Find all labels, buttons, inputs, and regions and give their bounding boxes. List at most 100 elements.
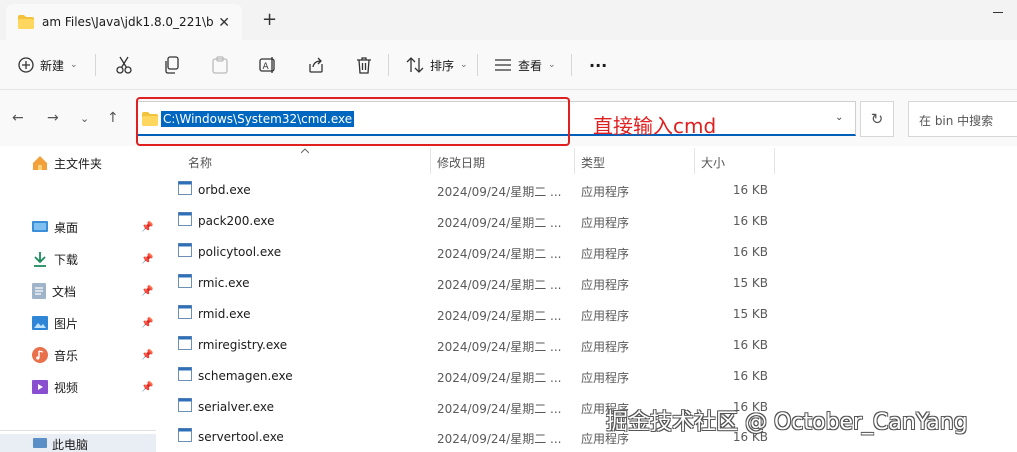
copy-icon[interactable]	[164, 54, 180, 76]
search-input[interactable]: 在 bin 中搜索	[908, 101, 1017, 137]
new-button[interactable]: 新建 ⌄	[18, 54, 78, 76]
view-button[interactable]: 查看 ⌄	[494, 54, 556, 76]
tab-active[interactable]: am Files\Java\jdk1.8.0_221\bin ✕	[6, 4, 242, 40]
column-divider[interactable]	[574, 148, 575, 174]
sidebar-item-label: 主文件夹	[54, 156, 103, 171]
view-label: 查看	[518, 58, 543, 73]
plus-circle-icon	[18, 57, 34, 73]
refresh-button[interactable]: ↻	[860, 101, 894, 137]
file-name: rmid.exe	[198, 307, 251, 321]
paste-icon[interactable]	[212, 54, 228, 76]
file-row[interactable]: rmic.exe 2024/09/24/星期二 ... 应用程序 15 KB	[158, 267, 1017, 298]
command-bar: 新建 ⌄ A 排序 ⌄ 查看 ⌄ ···	[0, 40, 1017, 90]
address-dropdown-icon[interactable]: ⌄	[835, 112, 843, 123]
download-icon	[34, 252, 46, 267]
column-divider[interactable]	[430, 148, 431, 174]
back-arrow-icon[interactable]: ←	[12, 110, 24, 126]
share-icon[interactable]	[307, 54, 325, 76]
column-divider[interactable]	[694, 148, 695, 174]
file-date: 2024/09/24/星期二 ...	[437, 216, 562, 230]
file-name: serialver.exe	[198, 400, 275, 414]
file-size: 16 KB	[732, 245, 768, 259]
svg-text:A: A	[263, 62, 270, 72]
exe-file-icon	[178, 274, 192, 288]
exe-file-icon	[178, 181, 192, 195]
file-row[interactable]: orbd.exe 2024/09/24/星期二 ... 应用程序 16 KB	[158, 174, 1017, 205]
file-date: 2024/09/24/星期二 ...	[437, 432, 562, 446]
sidebar-item-music[interactable]: 音乐	[32, 344, 78, 366]
search-placeholder: 在 bin 中搜索	[919, 114, 994, 128]
sidebar-item-home[interactable]: 主文件夹	[32, 152, 102, 174]
video-icon	[32, 380, 48, 394]
sort-button[interactable]: 排序 ⌄	[406, 54, 468, 76]
music-icon	[32, 347, 48, 363]
divider	[388, 54, 389, 76]
document-icon	[32, 283, 46, 299]
sidebar-item-this-pc[interactable]: 此电脑	[0, 434, 156, 452]
divider	[95, 54, 96, 76]
annotation-highlight-box	[136, 97, 570, 146]
desktop-icon	[32, 221, 48, 232]
file-row[interactable]: schemagen.exe 2024/09/24/星期二 ... 应用程序 16…	[158, 360, 1017, 391]
home-icon	[33, 156, 47, 170]
pin-icon[interactable]: 📌	[141, 318, 153, 329]
column-header-modified[interactable]: 修改日期	[437, 154, 485, 171]
picture-icon	[32, 316, 48, 330]
file-type: 应用程序	[581, 216, 630, 230]
minimize-icon[interactable]	[993, 12, 1003, 13]
file-name: servertool.exe	[198, 430, 284, 444]
file-name: orbd.exe	[198, 183, 251, 197]
up-arrow-icon[interactable]: ↑	[107, 110, 119, 126]
title-bar: am Files\Java\jdk1.8.0_221\bin ✕ +	[0, 0, 1017, 40]
file-row[interactable]: rmiregistry.exe 2024/09/24/星期二 ... 应用程序 …	[158, 329, 1017, 360]
column-header-size[interactable]: 大小	[701, 154, 725, 171]
rename-icon[interactable]: A	[259, 54, 277, 76]
sidebar-item-label: 视频	[54, 380, 79, 395]
sidebar-item-pictures[interactable]: 图片	[32, 312, 78, 334]
delete-icon[interactable]	[356, 54, 372, 76]
pin-icon[interactable]: 📌	[141, 350, 153, 361]
file-name: rmiregistry.exe	[198, 338, 288, 352]
column-header-name[interactable]: 名称	[188, 154, 212, 171]
recent-chevron-icon[interactable]: ⌄	[80, 112, 89, 125]
file-name: policytool.exe	[198, 245, 282, 259]
more-options-button[interactable]: ···	[589, 54, 607, 76]
sidebar-item-label: 桌面	[54, 220, 79, 235]
new-tab-button[interactable]: +	[262, 10, 277, 30]
file-date: 2024/09/24/星期二 ...	[437, 309, 562, 323]
column-header-type[interactable]: 类型	[581, 154, 605, 171]
file-date: 2024/09/24/星期二 ...	[437, 247, 562, 261]
sidebar-item-desktop[interactable]: 桌面	[32, 216, 78, 238]
file-row[interactable]: pack200.exe 2024/09/24/星期二 ... 应用程序 16 K…	[158, 205, 1017, 236]
file-type: 应用程序	[581, 309, 630, 323]
exe-file-icon	[178, 398, 192, 412]
file-name: pack200.exe	[198, 214, 275, 228]
file-type: 应用程序	[581, 247, 630, 261]
column-divider[interactable]	[774, 148, 775, 174]
pin-icon[interactable]: 📌	[141, 286, 153, 297]
new-label: 新建	[40, 58, 65, 73]
file-row[interactable]: rmid.exe 2024/09/24/星期二 ... 应用程序 15 KB	[158, 298, 1017, 329]
file-row[interactable]: policytool.exe 2024/09/24/星期二 ... 应用程序 1…	[158, 236, 1017, 267]
sidebar-item-label: 文档	[52, 284, 77, 299]
file-size: 15 KB	[732, 276, 768, 290]
file-date: 2024/09/24/星期二 ...	[437, 371, 562, 385]
sidebar-item-downloads[interactable]: 下载	[32, 248, 78, 270]
exe-file-icon	[178, 243, 192, 257]
pin-icon[interactable]: 📌	[141, 222, 153, 233]
tab-close-icon[interactable]: ✕	[218, 15, 230, 31]
pin-icon[interactable]: 📌	[141, 382, 153, 393]
sidebar-item-label: 此电脑	[52, 438, 89, 452]
pin-icon[interactable]: 📌	[141, 254, 153, 265]
cut-icon[interactable]	[116, 54, 132, 76]
file-size: 16 KB	[732, 183, 768, 197]
column-header-row: 名称 修改日期 类型 大小	[158, 148, 1017, 174]
divider	[571, 54, 572, 76]
computer-icon	[33, 438, 47, 448]
chevron-down-icon: ⌄	[548, 60, 556, 70]
forward-arrow-icon[interactable]: →	[47, 110, 59, 126]
sidebar-item-videos[interactable]: 视频	[32, 376, 78, 398]
sidebar-item-label: 图片	[54, 316, 79, 331]
sidebar-item-documents[interactable]: 文档	[32, 280, 76, 302]
file-size: 16 KB	[732, 214, 768, 228]
